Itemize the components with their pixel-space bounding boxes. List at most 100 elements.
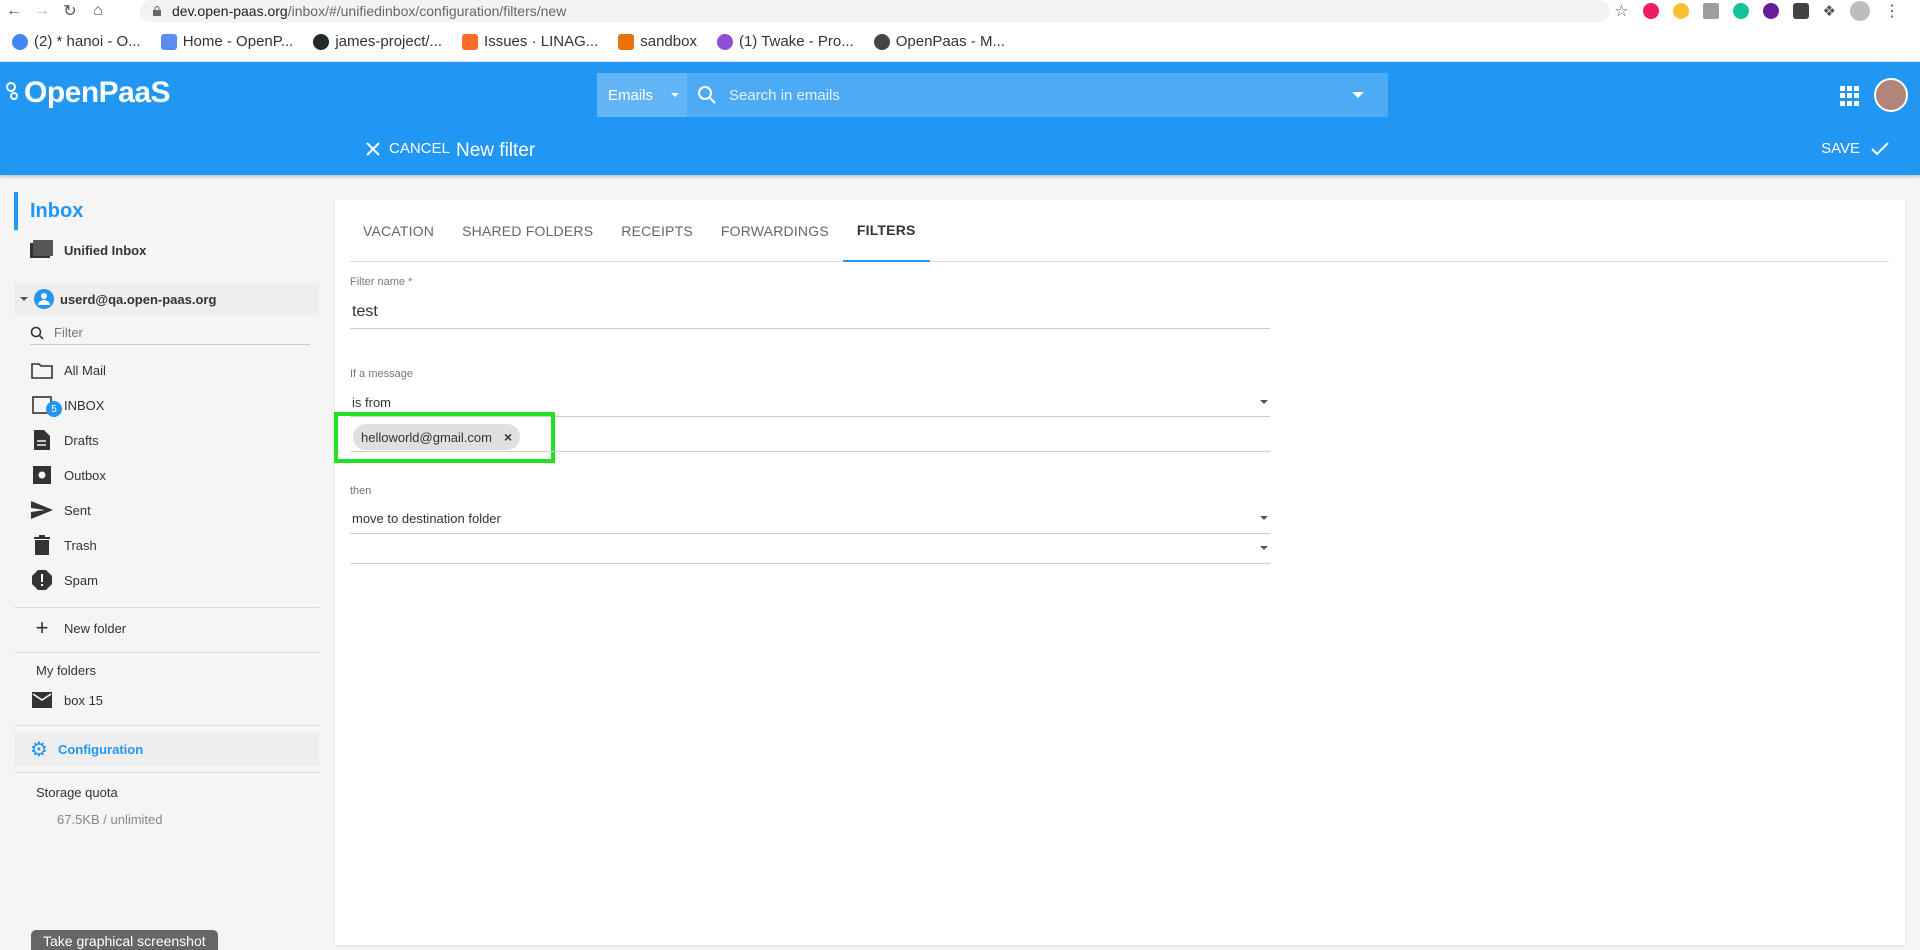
- extension-icon[interactable]: [1792, 3, 1809, 19]
- puzzle-icon[interactable]: ❖: [1823, 2, 1836, 20]
- filter-name-underline: [350, 328, 1270, 329]
- menu-dots-icon[interactable]: ⋮: [1884, 1, 1900, 21]
- subheader: CANCEL New filter SAVE: [0, 130, 1920, 175]
- divider: [14, 652, 319, 653]
- action-underline: [350, 533, 1270, 534]
- star-icon[interactable]: ☆: [1614, 1, 1628, 21]
- sidebar-item-outbox[interactable]: Outbox: [30, 465, 106, 485]
- my-folders-heading: My folders: [36, 663, 96, 678]
- drafts-icon: [30, 430, 54, 450]
- save-button[interactable]: SAVE: [1821, 140, 1890, 157]
- configuration-card: VACATION SHARED FOLDERS RECEIPTS FORWARD…: [334, 200, 1905, 945]
- url-path: /inbox/#/unifiedinbox/configuration/filt…: [287, 3, 567, 19]
- grammarly-icon[interactable]: [1732, 3, 1749, 19]
- divider: [14, 772, 319, 773]
- chevron-down-icon: [1260, 546, 1268, 550]
- condition-select[interactable]: is from: [352, 392, 1268, 412]
- sidebar-title: Inbox: [14, 192, 83, 230]
- sidebar: Inbox Unified Inbox userd@qa.open-paas.o…: [14, 192, 319, 932]
- account-header[interactable]: userd@qa.open-paas.org: [14, 283, 319, 315]
- spam-icon: [30, 570, 54, 590]
- action-label: then: [350, 485, 372, 497]
- bookmark[interactable]: james-project/...: [313, 33, 442, 50]
- logo-icon: [6, 80, 22, 106]
- tab-receipts[interactable]: RECEIPTS: [607, 200, 707, 262]
- email-chip: helloworld@gmail.com ×: [353, 424, 521, 450]
- avatar[interactable]: [1874, 78, 1908, 112]
- inbox-icon: 5: [30, 395, 62, 417]
- bookmark[interactable]: (1) Twake - Pro...: [716, 33, 854, 50]
- sidebar-item-configuration[interactable]: ⚙ Configuration: [14, 732, 319, 766]
- sidebar-item-sent[interactable]: Sent: [30, 500, 91, 520]
- folder-filter-field: [30, 321, 310, 345]
- filter-name-label: Filter name *: [350, 276, 413, 288]
- twake-icon: [716, 33, 733, 50]
- storage-quota-label: Storage quota: [36, 785, 118, 800]
- destination-folder-select[interactable]: [352, 538, 1268, 558]
- openpaas-logo[interactable]: OpenPaaS: [6, 76, 171, 110]
- new-folder-button[interactable]: + New folder: [30, 615, 127, 640]
- search-scope-select[interactable]: Emails: [597, 73, 687, 117]
- top-bar: OpenPaaS Emails: [0, 62, 1920, 130]
- sidebar-item-all-mail[interactable]: All Mail: [30, 360, 106, 380]
- extensions-bar: ☆ ❖ ⋮: [1614, 0, 1900, 22]
- reload-icon[interactable]: ↻: [56, 0, 84, 22]
- tab-shared-folders[interactable]: SHARED FOLDERS: [448, 200, 607, 262]
- unread-badge: 5: [46, 401, 62, 417]
- chevron-down-icon: [671, 93, 680, 97]
- outbox-icon: [30, 465, 54, 485]
- bookmark[interactable]: (2) * hanoi - O...: [12, 33, 141, 50]
- extension-icon[interactable]: [1762, 3, 1779, 19]
- sidebar-item-inbox[interactable]: 5 INBOX: [30, 395, 104, 417]
- sidebar-item-drafts[interactable]: Drafts: [30, 430, 99, 450]
- filter-name-input[interactable]: test: [352, 303, 378, 321]
- cancel-button[interactable]: CANCEL: [365, 140, 450, 157]
- sidebar-item-trash[interactable]: Trash: [30, 535, 97, 555]
- globe-icon: [873, 33, 890, 50]
- screenshot-tooltip: Take graphical screenshot: [31, 930, 218, 950]
- plus-icon: +: [35, 615, 49, 640]
- tab-vacation[interactable]: VACATION: [349, 200, 448, 262]
- apps-grid-icon[interactable]: [1840, 86, 1860, 106]
- bookmark-icon: [12, 33, 28, 50]
- address-bar[interactable]: dev.open-paas.org /inbox/#/unifiedinbox/…: [140, 0, 1610, 22]
- app-header: OpenPaaS Emails CANCEL New filter SAVE: [0, 62, 1920, 175]
- github-icon: [313, 33, 330, 50]
- extension-icon[interactable]: [1672, 3, 1689, 19]
- remove-chip-icon[interactable]: ×: [504, 429, 512, 445]
- recipients-underline: [350, 451, 1270, 452]
- bookmark[interactable]: Home - OpenP...: [160, 33, 293, 50]
- search-icon: [698, 86, 716, 104]
- folder-icon: [30, 360, 54, 380]
- search-input[interactable]: [729, 86, 1352, 104]
- back-icon[interactable]: ←: [0, 0, 28, 22]
- mail-icon: [30, 690, 54, 710]
- forward-icon[interactable]: →: [28, 0, 56, 22]
- page-title: New filter: [456, 140, 536, 161]
- extension-icon[interactable]: [1702, 3, 1719, 19]
- divider: [14, 607, 319, 608]
- lock-icon: [152, 6, 162, 16]
- search-icon: [30, 326, 44, 340]
- sidebar-item-box-15[interactable]: box 15: [30, 690, 103, 710]
- account-icon: [34, 289, 54, 309]
- profile-icon[interactable]: [1850, 1, 1870, 21]
- folder-filter-input[interactable]: [54, 325, 230, 340]
- trash-icon: [30, 535, 54, 555]
- gear-icon: ⚙: [30, 738, 48, 761]
- gitlab-icon: [462, 33, 479, 50]
- url-host: dev.open-paas.org: [172, 3, 288, 19]
- bookmark[interactable]: Issues · LINAG...: [462, 33, 598, 50]
- search-options-icon[interactable]: [1352, 92, 1364, 98]
- home-icon[interactable]: ⌂: [84, 0, 112, 22]
- extension-icon[interactable]: [1642, 3, 1659, 19]
- bookmark[interactable]: OpenPaas - M...: [873, 33, 1005, 50]
- sidebar-item-spam[interactable]: Spam: [30, 570, 98, 590]
- condition-label: If a message: [350, 368, 413, 380]
- chevron-down-icon: [20, 297, 28, 301]
- tab-forwardings[interactable]: FORWARDINGS: [707, 200, 843, 262]
- tab-filters[interactable]: FILTERS: [842, 200, 930, 262]
- action-select[interactable]: move to destination folder: [352, 508, 1268, 528]
- sidebar-item-unified-inbox[interactable]: Unified Inbox: [30, 240, 146, 260]
- bookmark[interactable]: sandbox: [618, 33, 697, 50]
